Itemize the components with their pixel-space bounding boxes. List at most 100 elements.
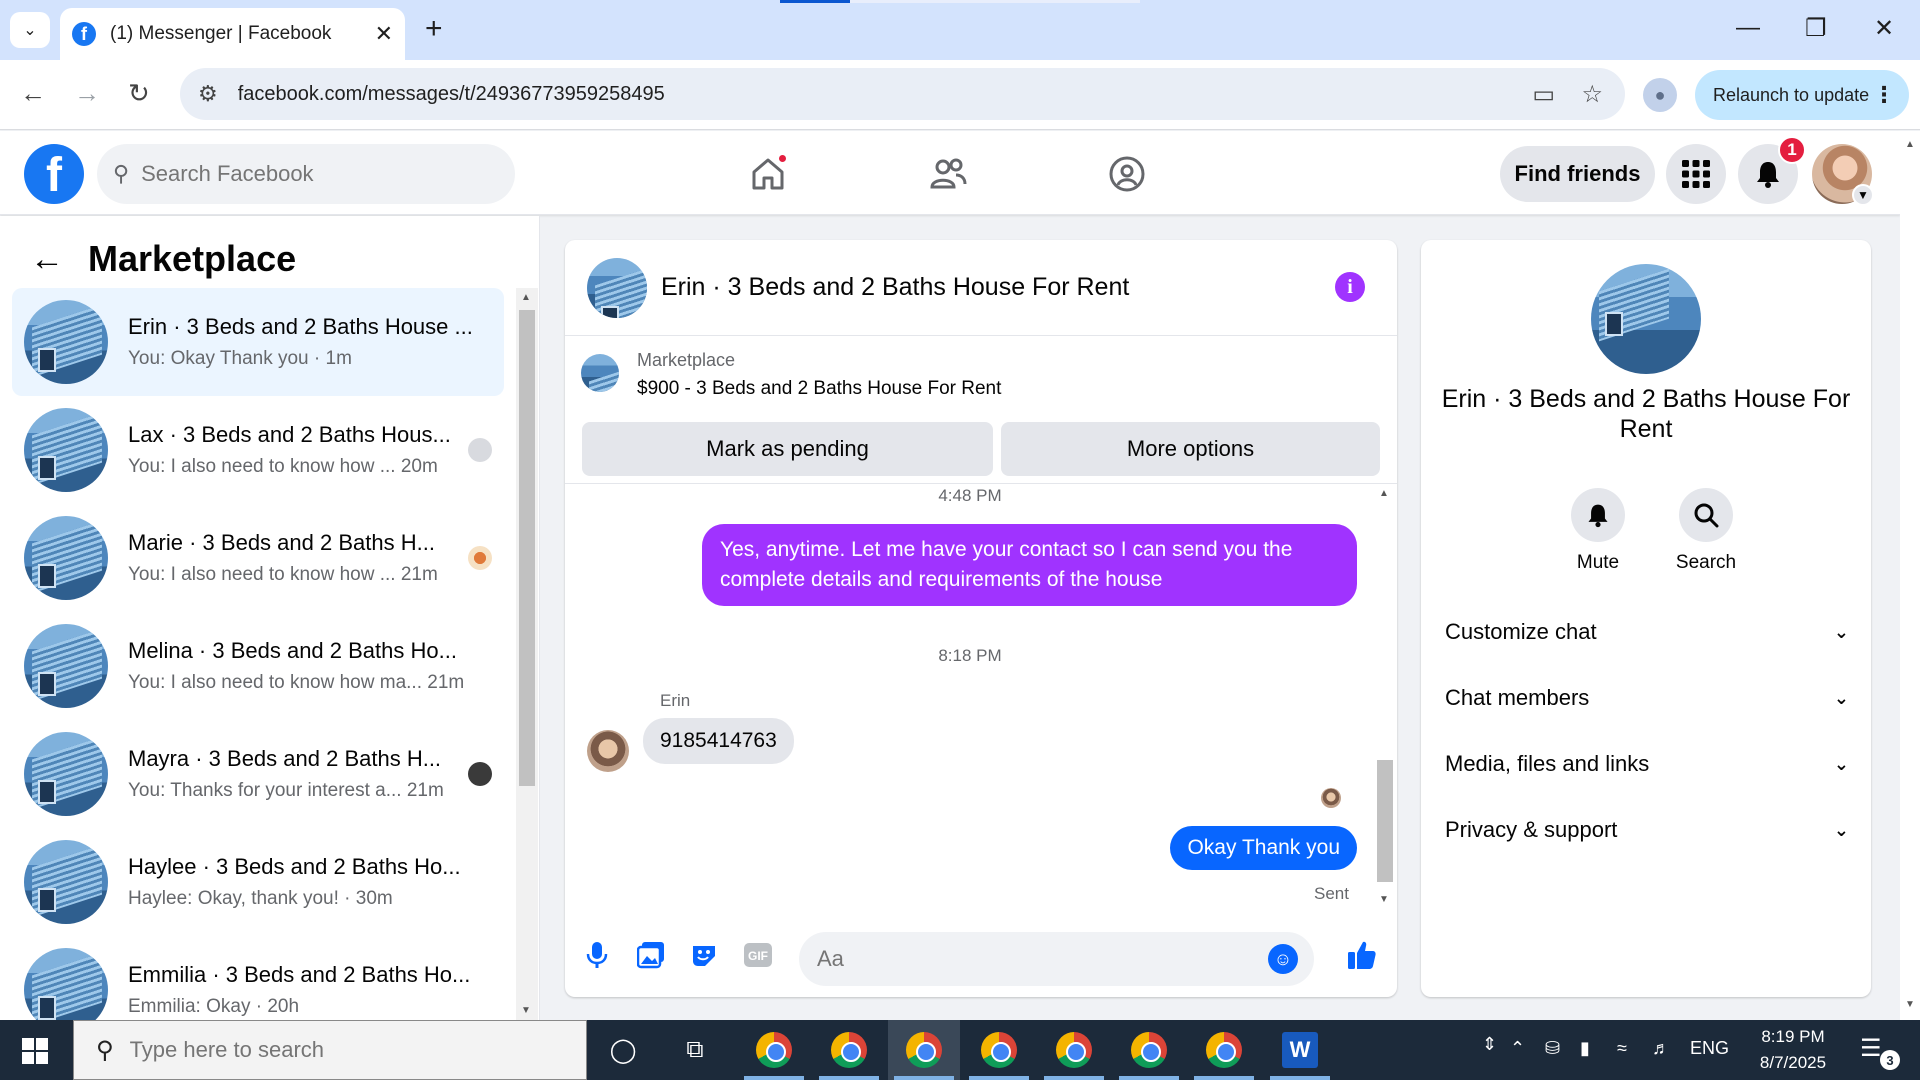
message-input[interactable]: [817, 946, 1257, 972]
conversation-name: Melina · 3 Beds and 2 Baths Ho...: [128, 638, 457, 663]
scroll-up-icon[interactable]: ▲: [1379, 488, 1389, 499]
taskbar-scroll-icon[interactable]: ⇕: [1482, 1034, 1497, 1055]
browser-tab-messenger[interactable]: f (1) Messenger | Facebook ✕: [60, 8, 405, 60]
bookmark-star-icon[interactable]: ☆: [1581, 80, 1603, 109]
back-arrow-icon[interactable]: ←: [20, 78, 46, 109]
facebook-logo-icon[interactable]: f: [24, 144, 84, 204]
chat-members-section[interactable]: Chat members ⌄: [1445, 678, 1849, 718]
site-settings-icon[interactable]: ⚙: [198, 81, 218, 107]
friends-nav[interactable]: [918, 149, 978, 199]
task-view-icon[interactable]: ⧉: [675, 1030, 715, 1070]
conversation-item[interactable]: Haylee · 3 Beds and 2 Baths Ho... Haylee…: [12, 828, 504, 936]
chrome-icon[interactable]: [1056, 1032, 1092, 1068]
new-tab-icon[interactable]: +: [425, 14, 443, 44]
chrome-icon[interactable]: [981, 1032, 1017, 1068]
page-scrollbar[interactable]: ▲ ▼: [1900, 131, 1920, 1020]
message-scrollbar[interactable]: ▲ ▼: [1373, 484, 1395, 914]
conversation-item[interactable]: Erin · 3 Beds and 2 Baths House ... You:…: [12, 288, 504, 396]
scroll-down-icon[interactable]: ▼: [1905, 999, 1915, 1010]
media-files-links-section[interactable]: Media, files and links ⌄: [1445, 744, 1849, 784]
scroll-up-icon[interactable]: ▲: [1905, 139, 1915, 150]
language-indicator[interactable]: ENG: [1690, 1038, 1729, 1059]
chrome-icon[interactable]: [1206, 1032, 1242, 1068]
install-app-icon[interactable]: ▭: [1532, 80, 1555, 109]
action-center-icon[interactable]: ☰ 3: [1860, 1034, 1900, 1070]
sticker-icon[interactable]: [687, 938, 721, 972]
security-icon[interactable]: ⛁: [1545, 1038, 1560, 1059]
taskbar-search[interactable]: ⚲: [73, 1020, 587, 1080]
taskbar-running-indicator: [969, 1076, 1029, 1080]
home-nav[interactable]: [738, 149, 798, 199]
microphone-icon[interactable]: [580, 938, 614, 972]
thumbs-up-icon[interactable]: [1345, 938, 1379, 972]
customize-chat-section[interactable]: Customize chat ⌄: [1445, 612, 1849, 652]
sender-avatar[interactable]: [587, 730, 629, 772]
menu-grid-button[interactable]: [1666, 144, 1726, 204]
chrome-icon[interactable]: [756, 1032, 792, 1068]
chrome-icon[interactable]: [1131, 1032, 1167, 1068]
message-bubble-outgoing[interactable]: Yes, anytime. Let me have your contact s…: [702, 524, 1357, 606]
facebook-search[interactable]: ⚲: [97, 144, 515, 204]
taskbar-clock[interactable]: 8:19 PM 8/7/2025: [1738, 1024, 1848, 1076]
volume-icon[interactable]: ♬: [1652, 1038, 1670, 1059]
scrollbar-thumb[interactable]: [1377, 760, 1393, 882]
conversation-item[interactable]: Marie · 3 Beds and 2 Baths H... You: I a…: [12, 504, 504, 612]
message-input-box[interactable]: ☺: [799, 932, 1314, 986]
more-options-button[interactable]: More options: [1001, 422, 1380, 476]
menu-dots-icon[interactable]: ⋮: [1873, 82, 1895, 108]
search-conversation-button[interactable]: Search: [1666, 488, 1746, 574]
forward-arrow-icon[interactable]: →: [74, 78, 100, 109]
conversation-item[interactable]: Mayra · 3 Beds and 2 Baths H... You: Tha…: [12, 720, 504, 828]
show-hidden-icons-icon[interactable]: ⌃: [1510, 1038, 1525, 1059]
chrome-icon[interactable]: [906, 1032, 942, 1068]
relaunch-button[interactable]: Relaunch to update ⋮: [1695, 70, 1909, 120]
mute-button[interactable]: Mute: [1558, 488, 1638, 574]
minimize-icon[interactable]: —: [1736, 14, 1760, 42]
chat-panel: Erin · 3 Beds and 2 Baths House For Rent…: [565, 240, 1397, 997]
chat-header: Erin · 3 Beds and 2 Baths House For Rent…: [565, 240, 1397, 336]
find-friends-button[interactable]: Find friends: [1500, 146, 1655, 202]
listing-price[interactable]: $900 - 3 Beds and 2 Baths House For Rent: [637, 378, 1001, 400]
battery-icon[interactable]: ▮: [1580, 1038, 1590, 1059]
reload-icon[interactable]: ↻: [128, 78, 150, 109]
chat-avatar[interactable]: [587, 257, 647, 318]
photo-icon[interactable]: [634, 938, 668, 972]
browser-profile-icon[interactable]: ●: [1643, 78, 1677, 112]
message-composer: GIF ☺: [565, 914, 1397, 997]
profile-avatar[interactable]: ▼: [1812, 144, 1874, 206]
back-arrow-icon[interactable]: ←: [30, 240, 64, 279]
cortana-icon[interactable]: ◯: [603, 1030, 643, 1070]
conversation-item[interactable]: Emmilia · 3 Beds and 2 Baths Ho... Emmil…: [12, 936, 504, 1020]
message-bubble-incoming[interactable]: 9185414763: [643, 718, 794, 764]
close-tab-icon[interactable]: ✕: [375, 21, 393, 47]
address-bar[interactable]: ⚙ facebook.com/messages/t/24936773959258…: [180, 68, 1625, 120]
privacy-support-section[interactable]: Privacy & support ⌄: [1445, 810, 1849, 850]
conversation-item[interactable]: Lax · 3 Beds and 2 Baths Hous... You: I …: [12, 396, 504, 504]
scroll-down-icon[interactable]: ▼: [521, 1005, 531, 1016]
windows-start-icon[interactable]: [22, 1038, 48, 1064]
conversation-item[interactable]: Melina · 3 Beds and 2 Baths Ho... You: I…: [12, 612, 504, 720]
chrome-icon[interactable]: [831, 1032, 867, 1068]
scrollbar-thumb[interactable]: [519, 310, 535, 786]
message-bubble-outgoing[interactable]: Okay Thank you: [1170, 826, 1357, 870]
taskbar-search-input[interactable]: [129, 1037, 550, 1063]
conversation-list: Erin · 3 Beds and 2 Baths House ... You:…: [12, 288, 504, 1020]
scroll-down-icon[interactable]: ▼: [1379, 894, 1389, 905]
gif-icon[interactable]: GIF: [741, 938, 775, 972]
groups-nav[interactable]: [1097, 149, 1157, 199]
mark-as-pending-button[interactable]: Mark as pending: [582, 422, 993, 476]
conversation-scrollbar[interactable]: ▲ ▼: [516, 288, 538, 1020]
tab-search-chevron-icon[interactable]: ⌄: [10, 12, 50, 48]
info-icon[interactable]: i: [1335, 272, 1365, 302]
chat-title[interactable]: Erin · 3 Beds and 2 Baths House For Rent: [661, 273, 1129, 302]
close-window-icon[interactable]: ✕: [1874, 14, 1894, 43]
word-icon[interactable]: W: [1282, 1032, 1318, 1068]
facebook-favicon-icon: f: [72, 22, 96, 46]
emoji-icon[interactable]: ☺: [1268, 944, 1298, 974]
conversation-avatar[interactable]: [1591, 264, 1701, 374]
facebook-search-input[interactable]: [141, 161, 472, 187]
scroll-up-icon[interactable]: ▲: [521, 292, 531, 303]
wifi-icon[interactable]: ≈: [1617, 1038, 1627, 1059]
restore-icon[interactable]: ❐: [1805, 14, 1827, 43]
groups-icon: [1109, 156, 1145, 192]
